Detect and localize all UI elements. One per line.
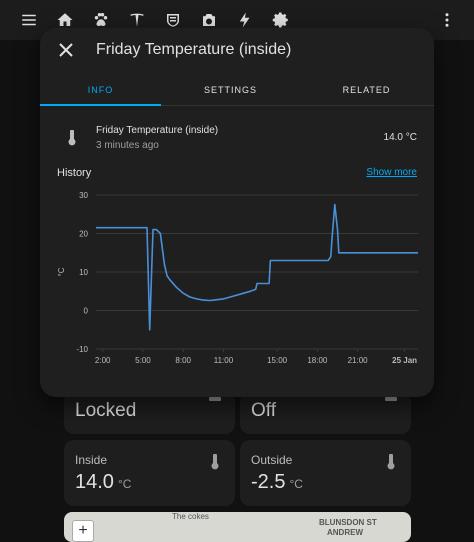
y-tick-label: 0: [84, 307, 89, 316]
map-label: BLUNSDON ST: [319, 518, 377, 527]
close-icon[interactable]: [56, 40, 76, 60]
outside-label: Outside: [251, 453, 293, 467]
x-tick-label: 15:00: [267, 356, 288, 365]
zoom-in-button[interactable]: +: [72, 520, 94, 542]
entity-name: Friday Temperature (inside): [96, 125, 219, 136]
inside-unit: °C: [117, 477, 132, 491]
y-tick-label: 30: [79, 191, 88, 200]
y-tick-label: -10: [76, 345, 88, 354]
inside-value: 14.0 °C: [75, 471, 132, 493]
lightning-icon[interactable]: [235, 10, 255, 30]
entity-last-changed: 3 minutes ago: [96, 140, 159, 151]
x-tick-label: 5:00: [135, 356, 151, 365]
x-tick-label: 18:00: [307, 356, 328, 365]
entity-state: 14.0 °C: [383, 132, 417, 143]
y-tick-label: 10: [79, 268, 88, 277]
thermometer-icon: [67, 129, 77, 146]
more-vert-icon[interactable]: [437, 10, 457, 30]
temperature-series-line: [96, 203, 418, 331]
x-tick-label: 8:00: [175, 356, 191, 365]
y-tick-label: 20: [79, 230, 88, 239]
history-chart[interactable]: -10 0 10 20 30 °C 2:00 5:00 8:00 11:00 15:00 18:00 2…: [40, 183, 434, 373]
x-tick-label: 2:00: [95, 356, 111, 365]
show-more-link[interactable]: Show more: [366, 167, 417, 178]
tab-settings[interactable]: SETTINGS: [170, 78, 291, 106]
home-icon[interactable]: [55, 10, 75, 30]
x-tick-label: 21:00: [348, 356, 369, 365]
inside-label: Inside: [75, 453, 108, 467]
lock-state: Locked: [75, 400, 137, 421]
x-tick-label: 25 Jan: [392, 356, 417, 365]
dialog-tabs: INFO SETTINGS RELATED: [40, 78, 434, 106]
switch-card[interactable]: Off: [240, 392, 411, 434]
tesla-icon[interactable]: [127, 10, 147, 30]
dialog-title: Friday Temperature (inside): [96, 41, 292, 58]
outside-temp-card[interactable]: Outside -2.5 °C: [240, 440, 411, 506]
gear-icon[interactable]: [271, 10, 291, 30]
badge-icon[interactable]: [163, 10, 183, 30]
thermometer-icon: [209, 453, 221, 470]
tab-related[interactable]: RELATED: [306, 78, 427, 106]
y-axis-label: °C: [57, 267, 66, 276]
thermometer-icon: [385, 453, 397, 470]
map-card[interactable]: + The cokes BLUNSDON ST ANDREW: [64, 512, 411, 542]
inside-temp-card[interactable]: Inside 14.0 °C: [64, 440, 235, 506]
paw-icon[interactable]: [91, 10, 111, 30]
map-label: The cokes: [172, 512, 209, 521]
x-tick-label: 11:00: [214, 356, 234, 365]
camera-icon[interactable]: [199, 10, 219, 30]
menu-icon[interactable]: [19, 10, 39, 30]
tab-info[interactable]: INFO: [40, 78, 161, 106]
lock-card[interactable]: Locked: [64, 392, 235, 434]
outside-value: -2.5 °C: [251, 471, 303, 493]
outside-unit: °C: [289, 477, 303, 491]
switch-state: Off: [251, 400, 276, 421]
map-label: ANDREW: [327, 528, 363, 537]
history-heading: History: [57, 167, 92, 179]
more-info-dialog: Friday Temperature (inside) INFO SETTING…: [40, 28, 434, 397]
